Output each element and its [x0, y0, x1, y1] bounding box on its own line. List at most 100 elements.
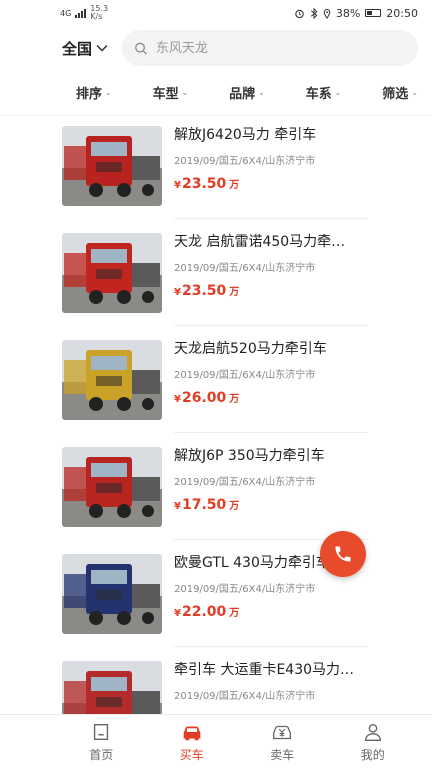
phone-icon [335, 546, 351, 562]
caret-down-icon: ⌄ [411, 88, 418, 97]
listing-price: ¥ 23.50 万 [174, 176, 239, 192]
listing-title: 天龙 启航雷诺450马力牵引车 [174, 234, 358, 250]
listing-thumbnail [62, 660, 162, 714]
listing-title: 牵引车 大运重卡E430马力牵... [174, 662, 358, 678]
user-icon [364, 723, 381, 741]
tab-label: 买车 [179, 747, 204, 762]
search-input[interactable] [155, 40, 406, 56]
tab-label: 我的 [360, 747, 385, 762]
listing-info: 天龙 启航雷诺450马力牵引车 2019/09/国五/6X4/山东济宁市 ¥ 2… [174, 219, 368, 326]
price-currency: ¥ [174, 608, 181, 619]
tab-profile[interactable]: 我的 [328, 715, 419, 768]
listing-info: 牵引车 大运重卡E430马力牵... 2019/09/国五/6X4/山东济宁市 [174, 647, 368, 714]
price-currency: ¥ [174, 287, 181, 298]
price-unit: 万 [229, 501, 240, 512]
listing-price: ¥ 17.50 万 [174, 497, 239, 513]
tab-sell-car[interactable]: 卖车 [237, 715, 328, 768]
car-icon [183, 725, 201, 740]
tab-buy-car[interactable]: 买车 [147, 715, 238, 768]
caret-down-icon: ⌄ [181, 88, 189, 97]
filter-series[interactable]: 车系 ⌄ [306, 83, 342, 102]
price-value: 22.00 [181, 604, 227, 620]
tab-home[interactable]: 首页 [56, 715, 147, 768]
region-selector[interactable]: 全国 [62, 38, 108, 59]
net-speed: 15.3 K/s [90, 5, 108, 21]
status-left: 4G 15.3 K/s [60, 5, 108, 21]
alarm-icon [295, 9, 304, 18]
price-unit: 万 [229, 287, 240, 298]
price-value: 17.50 [181, 497, 227, 513]
filter-label: 品牌 [229, 87, 256, 102]
price-unit: 万 [229, 608, 240, 619]
listing-price: ¥ 22.00 万 [174, 604, 239, 620]
price-value: 23.50 [181, 283, 227, 299]
listing-item[interactable]: 解放J6P 350马力牵引车 2019/09/国五/6X4/山东济宁市 ¥ 17… [0, 433, 432, 540]
price-unit: 万 [229, 394, 240, 405]
listing-title: 解放J6420马力 牵引车 [174, 127, 317, 143]
listing-spec: 2019/09/国五/6X4/山东济宁市 [174, 584, 316, 595]
listing-list: 解放J6420马力 牵引车 2019/09/国五/6X4/山东济宁市 ¥ 23.… [0, 112, 432, 714]
chevron-down-icon [96, 44, 108, 52]
battery-percent: 38% [335, 6, 361, 20]
listing-item[interactable]: 天龙启航520马力牵引车 2019/09/国五/6X4/山东济宁市 ¥ 26.0… [0, 326, 432, 433]
net-speed-unit: K/s [90, 12, 103, 21]
price-currency: ¥ [174, 501, 181, 512]
caret-down-icon: ⌄ [105, 88, 112, 97]
caret-down-icon: ⌄ [258, 88, 265, 97]
caret-down-icon: ⌄ [334, 88, 342, 97]
call-button[interactable] [320, 531, 366, 577]
location-icon [323, 8, 331, 19]
listing-thumbnail [62, 125, 162, 206]
search-icon [135, 42, 147, 55]
listing-title: 解放J6P 350马力牵引车 [174, 448, 325, 464]
listing-item[interactable]: 牵引车 大运重卡E430马力牵... 2019/09/国五/6X4/山东济宁市 [0, 647, 432, 714]
tab-label: 卖车 [270, 747, 295, 762]
listing-spec: 2019/09/国五/6X4/山东济宁市 [174, 370, 316, 381]
filter-vehicle-type[interactable]: 车型 ⌄ [153, 83, 189, 102]
tab-label: 首页 [89, 747, 114, 762]
listing-info: 解放J6420马力 牵引车 2019/09/国五/6X4/山东济宁市 ¥ 23.… [174, 112, 368, 219]
filter-brand[interactable]: 品牌 ⌄ [229, 83, 265, 102]
listing-price: ¥ 23.50 万 [174, 283, 239, 299]
signal-icon [75, 8, 87, 18]
filter-label: 车系 [305, 87, 332, 102]
listing-spec: 2019/09/国五/6X4/山东济宁市 [174, 691, 316, 702]
listing-item[interactable]: 解放J6420马力 牵引车 2019/09/国五/6X4/山东济宁市 ¥ 23.… [0, 112, 432, 219]
price-value: 23.50 [181, 176, 227, 192]
listing-spec: 2019/09/国五/6X4/山东济宁市 [174, 263, 316, 274]
clock: 20:50 [386, 6, 418, 20]
filter-label: 车型 [152, 87, 179, 102]
price-value: 26.00 [181, 390, 227, 406]
listing-item[interactable]: 欧曼GTL 430马力牵引车 2019/09/国五/6X4/山东济宁市 ¥ 22… [0, 540, 432, 647]
listing-thumbnail [62, 232, 162, 313]
bottom-tab-bar: 首页 买车 卖车 我的 [0, 714, 432, 768]
listing-spec: 2019/09/国五/6X4/山东济宁市 [174, 477, 316, 488]
filter-label: 排序 [76, 87, 103, 102]
search-box[interactable] [122, 30, 418, 66]
battery-icon [365, 9, 382, 17]
filter-bar: 排序 ⌄ 车型 ⌄ 品牌 ⌄ 车系 ⌄ 筛选 ⌄ [0, 70, 432, 116]
price-currency: ¥ [174, 394, 181, 405]
status-right: 38% 20:50 [294, 7, 418, 20]
filter-label: 筛选 [382, 87, 409, 102]
status-bar: 4G 15.3 K/s 38% 20:50 [0, 0, 432, 26]
filter-sort[interactable]: 排序 ⌄ [76, 83, 112, 102]
home-icon [94, 723, 109, 740]
yuan-icon [273, 725, 292, 739]
price-currency: ¥ [174, 180, 181, 191]
listing-thumbnail [62, 339, 162, 420]
listing-title: 天龙启航520马力牵引车 [174, 341, 327, 357]
signal-label: 4G [60, 8, 72, 18]
listing-price: ¥ 26.00 万 [174, 390, 239, 406]
search-row: 全国 [0, 26, 432, 70]
region-label: 全国 [62, 39, 93, 58]
listing-thumbnail [62, 553, 162, 634]
filter-advanced[interactable]: 筛选 ⌄ [382, 83, 418, 102]
listing-spec: 2019/09/国五/6X4/山东济宁市 [174, 156, 316, 167]
bluetooth-icon [310, 7, 318, 19]
listing-thumbnail [62, 446, 162, 527]
price-unit: 万 [229, 180, 240, 191]
listing-info: 天龙启航520马力牵引车 2019/09/国五/6X4/山东济宁市 ¥ 26.0… [174, 326, 368, 433]
listing-info: 解放J6P 350马力牵引车 2019/09/国五/6X4/山东济宁市 ¥ 17… [174, 433, 368, 540]
listing-item[interactable]: 天龙 启航雷诺450马力牵引车 2019/09/国五/6X4/山东济宁市 ¥ 2… [0, 219, 432, 326]
